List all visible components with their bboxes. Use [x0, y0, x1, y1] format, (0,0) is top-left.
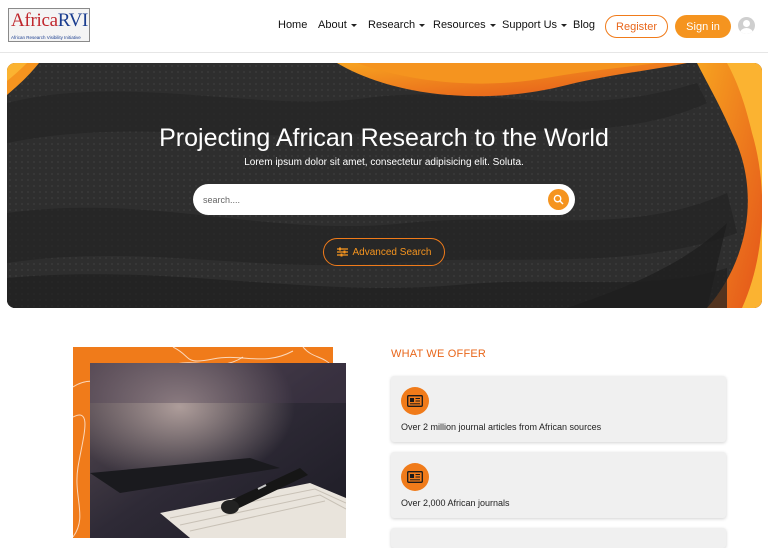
newspaper-icon	[401, 463, 429, 491]
nav-support-us[interactable]: Support Us	[502, 19, 568, 31]
nav-resources[interactable]: Resources	[433, 19, 496, 31]
offer-card: Over 2 million journal articles from Afr…	[391, 376, 726, 442]
offer-card-text: Over 2,000 African journals	[401, 498, 510, 508]
chevron-down-icon	[350, 23, 357, 27]
notebook-photo-illustration	[90, 363, 346, 538]
notebook-pen-photo	[90, 363, 346, 538]
chevron-down-icon	[419, 23, 426, 27]
site-logo[interactable]: AfricaRVI African Research Visibility In…	[8, 8, 90, 42]
advanced-search-button[interactable]: Advanced Search	[323, 238, 445, 266]
hero-subtitle: Lorem ipsum dolor sit amet, consectetur …	[244, 157, 524, 168]
search-icon	[553, 194, 564, 205]
sliders-icon	[336, 247, 348, 257]
offer-card-text: Over 2 million journal articles from Afr…	[401, 422, 602, 432]
newspaper-icon	[401, 387, 429, 415]
top-navbar: AfricaRVI African Research Visibility In…	[0, 0, 768, 53]
search-input[interactable]	[203, 191, 533, 208]
what-we-offer-heading: WHAT WE OFFER	[391, 348, 487, 360]
hero-title: Projecting African Research to the World	[159, 124, 609, 152]
nav-about[interactable]: About	[318, 19, 357, 31]
offer-card-partial	[391, 528, 726, 548]
nav-blog[interactable]: Blog	[573, 19, 595, 31]
chevron-down-icon	[561, 23, 568, 27]
search-bar	[193, 184, 575, 215]
search-button[interactable]	[548, 189, 569, 210]
user-avatar-icon[interactable]	[738, 17, 755, 34]
advanced-search-label: Advanced Search	[352, 246, 432, 258]
logo-tagline: African Research Visibility Initiative	[11, 35, 81, 40]
logo-wordmark: AfricaRVI	[11, 10, 89, 31]
offer-card: Over 2,000 African journals	[391, 452, 726, 518]
sign-in-button[interactable]: Sign in	[675, 15, 731, 38]
nav-home[interactable]: Home	[278, 19, 307, 31]
register-button[interactable]: Register	[605, 15, 668, 38]
nav-research[interactable]: Research	[368, 19, 426, 31]
chevron-down-icon	[489, 23, 496, 27]
